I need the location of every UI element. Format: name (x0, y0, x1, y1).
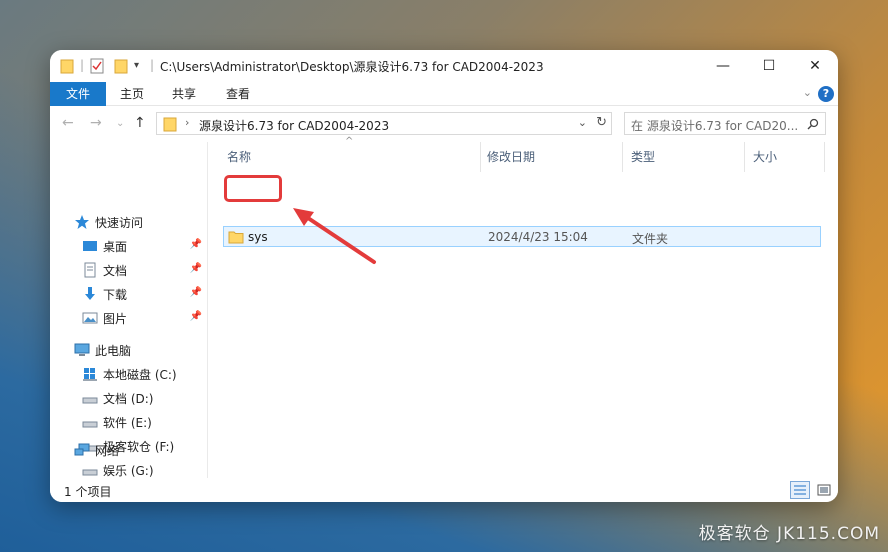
item-count: 1 个项目 (64, 485, 112, 499)
search-input[interactable]: 在 源泉设计6.73 for CAD20... (624, 112, 826, 135)
windows-drive-icon (82, 366, 98, 382)
nav-item-downloads[interactable]: 下载 📌 (82, 282, 208, 306)
nav-label: 此电脑 (95, 343, 132, 358)
nav-item-desktop[interactable]: 桌面 📌 (82, 234, 208, 258)
ribbon-tabs: 文件 主页 共享 查看 (50, 82, 838, 106)
customize-toolbar-chevron-icon[interactable]: ▾ (134, 60, 139, 76)
desktop-icon (82, 238, 98, 254)
annotation-highlight-box (224, 175, 282, 202)
document-icon (82, 262, 98, 278)
nav-label: 文档 (103, 263, 128, 278)
navigation-pane: 快速访问 桌面 📌 文档 📌 下载 📌 图片 📌 此电脑 本地磁盘 (C:) 文… (50, 142, 208, 478)
expand-ribbon-chevron-icon[interactable]: ⌄ (803, 86, 812, 99)
tab-view[interactable]: 查看 (212, 82, 264, 106)
network-icon (74, 442, 90, 458)
folder-icon (60, 58, 74, 74)
large-icons-view-icon[interactable] (814, 481, 834, 499)
download-icon (82, 286, 98, 302)
pin-icon: 📌 (189, 287, 202, 298)
tab-share[interactable]: 共享 (158, 82, 210, 106)
address-bar[interactable]: › 源泉设计6.73 for CAD2004-2023 ⌄ ↻ (156, 112, 612, 135)
search-icon[interactable] (807, 118, 819, 130)
back-arrow-icon[interactable]: ← (62, 115, 74, 131)
pin-icon: 📌 (189, 311, 202, 322)
up-arrow-icon[interactable]: ↑ (134, 115, 146, 131)
properties-icon[interactable] (90, 58, 104, 74)
nav-label: 娱乐 (G:) (103, 463, 154, 478)
column-header-type[interactable]: 类型 (623, 142, 745, 172)
nav-item-documents[interactable]: 文档 📌 (82, 258, 208, 282)
window-title: C:\Users\Administrator\Desktop\源泉设计6.73 … (160, 60, 544, 74)
nav-label: 桌面 (103, 239, 128, 254)
breadcrumb-chevron-icon[interactable]: › (185, 116, 189, 129)
minimize-button[interactable]: — (700, 50, 746, 82)
forward-arrow-icon[interactable]: → (90, 115, 102, 131)
status-bar: 1 个项目 (50, 478, 838, 502)
watermark: 极客软仓 JK115.COM (698, 524, 880, 544)
star-icon (74, 214, 90, 230)
nav-label: 图片 (103, 311, 128, 326)
table-row[interactable]: sys 2024/4/23 15:04 文件夹 (223, 226, 821, 247)
drive-icon (82, 462, 98, 478)
search-placeholder: 在 源泉设计6.73 for CAD20... (631, 119, 799, 133)
nav-label: 文档 (D:) (103, 391, 154, 406)
details-view-icon[interactable] (790, 481, 810, 499)
nav-label: 本地磁盘 (C:) (103, 367, 177, 382)
address-row: ← → ⌄ ↑ › 源泉设计6.73 for CAD2004-2023 ⌄ ↻ … (50, 106, 838, 142)
address-dropdown-chevron-icon[interactable]: ⌄ (578, 116, 587, 129)
recent-locations-chevron-icon[interactable]: ⌄ (116, 118, 124, 129)
nav-label: 软件 (E:) (103, 415, 152, 430)
nav-network[interactable]: 网络 (74, 438, 204, 462)
file-list: ^ 名称 修改日期 类型 大小 sys 2024/4/23 15:04 文件夹 (209, 136, 838, 478)
nav-item-drive-d[interactable]: 文档 (D:) (82, 386, 208, 410)
nav-item-pictures[interactable]: 图片 📌 (82, 306, 208, 330)
folder-icon (163, 117, 177, 132)
help-icon[interactable]: ? (818, 86, 834, 102)
nav-label: 网络 (95, 443, 120, 458)
maximize-button[interactable]: ☐ (746, 50, 792, 82)
folder-icon (228, 231, 244, 244)
close-button[interactable]: ✕ (792, 50, 838, 82)
column-header-name[interactable]: 名称 (219, 142, 481, 172)
title-bar: | ▾ | C:\Users\Administrator\Desktop\源泉设… (50, 50, 838, 82)
new-folder-icon[interactable] (114, 58, 128, 74)
nav-item-drive-e[interactable]: 软件 (E:) (82, 410, 208, 434)
drive-icon (82, 414, 98, 430)
nav-item-drive-c[interactable]: 本地磁盘 (C:) (82, 362, 208, 386)
picture-icon (82, 310, 98, 326)
nav-label: 下载 (103, 287, 128, 302)
column-header-size[interactable]: 大小 (745, 142, 825, 172)
file-modified: 2024/4/23 15:04 (488, 230, 588, 244)
separator: | (150, 58, 155, 72)
separator: | (80, 58, 85, 72)
file-name: sys (248, 230, 268, 244)
drive-icon (82, 390, 98, 406)
address-path: 源泉设计6.73 for CAD2004-2023 (199, 119, 390, 133)
computer-icon (74, 342, 90, 358)
column-header-modified[interactable]: 修改日期 (479, 142, 623, 172)
tab-file[interactable]: 文件 (50, 82, 106, 106)
tab-home[interactable]: 主页 (106, 82, 158, 106)
refresh-icon[interactable]: ↻ (596, 115, 607, 130)
pin-icon: 📌 (189, 239, 202, 250)
nav-label: 快速访问 (95, 215, 144, 230)
file-type: 文件夹 (632, 232, 669, 246)
pin-icon: 📌 (189, 263, 202, 274)
explorer-window: | ▾ | C:\Users\Administrator\Desktop\源泉设… (50, 50, 838, 502)
